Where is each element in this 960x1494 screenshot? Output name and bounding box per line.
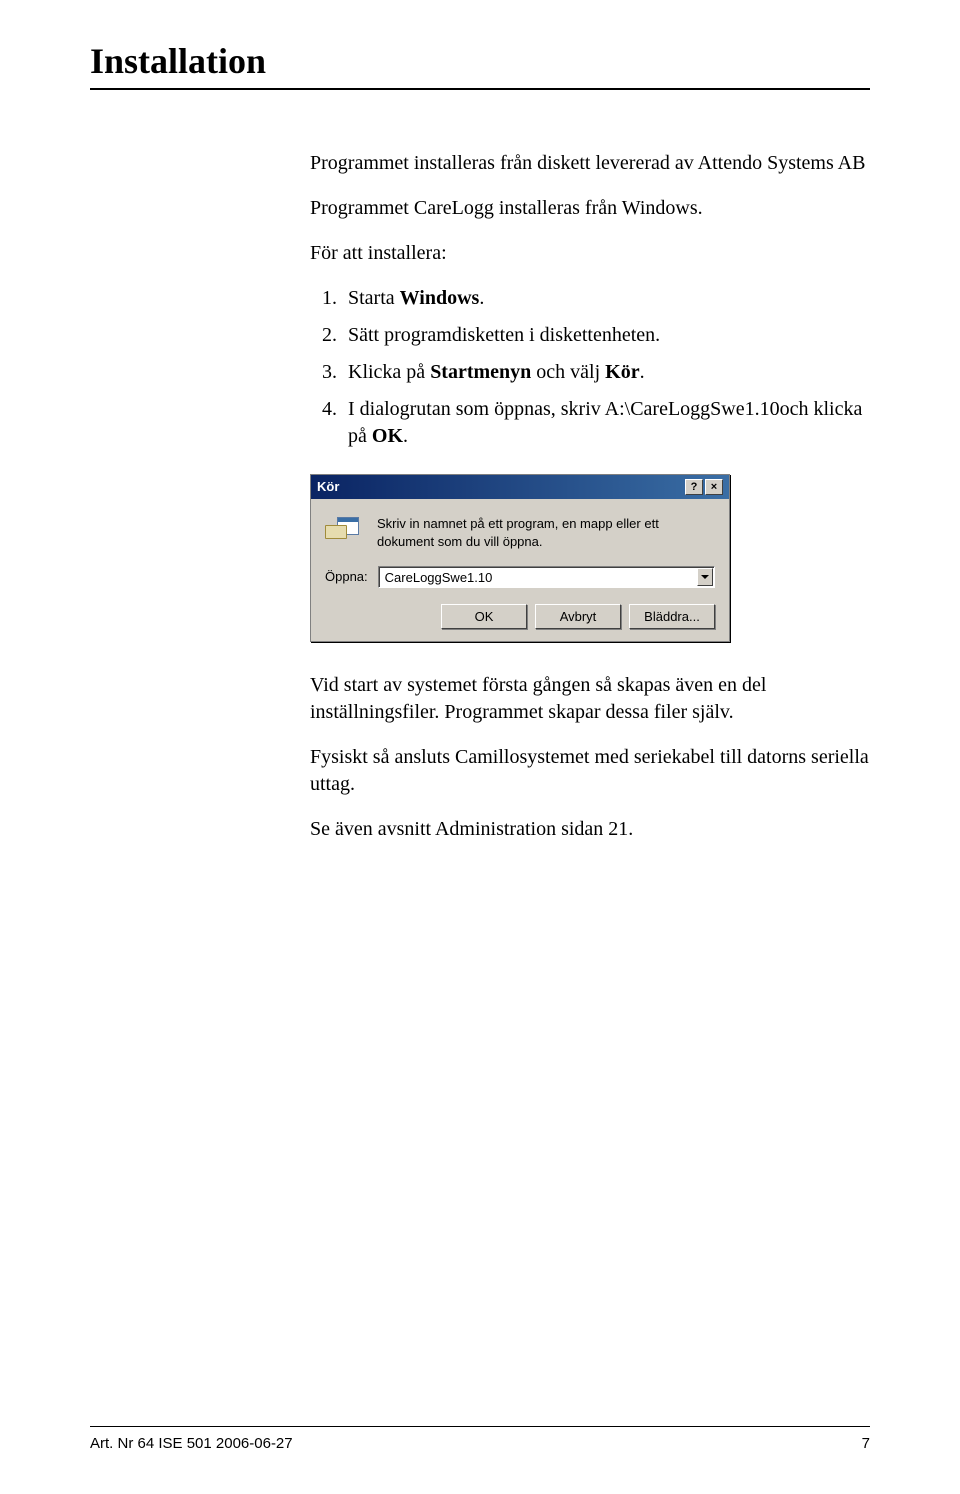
steps-list: Starta Windows. Sätt programdisketten i … [310, 285, 870, 450]
page-title: Installation [90, 40, 870, 82]
step-1: Starta Windows. [342, 285, 870, 312]
open-label: Öppna: [325, 568, 368, 586]
open-input-value: CareLoggSwe1.10 [385, 570, 493, 585]
post-paragraph-2: Fysiskt så ansluts Camillosystemet med s… [310, 744, 870, 798]
dialog-description: Skriv in namnet på ett program, en mapp … [377, 515, 659, 550]
step-4: I dialogrutan som öppnas, skriv A:\CareL… [342, 396, 870, 450]
content-block: Programmet installeras från diskett leve… [310, 150, 870, 843]
footer: Art. Nr 64 ISE 501 2006-06-27 7 [90, 1426, 870, 1452]
heading-rule [90, 88, 870, 90]
intro-line-2: Programmet CareLogg installeras från Win… [310, 195, 870, 222]
footer-left: Art. Nr 64 ISE 501 2006-06-27 [90, 1435, 293, 1452]
footer-page-number: 7 [862, 1435, 870, 1452]
run-dialog: Kör ? × Skriv in namnet på ett program, … [310, 474, 730, 642]
help-button[interactable]: ? [685, 479, 703, 495]
dialog-titlebar: Kör ? × [311, 475, 729, 499]
open-input[interactable]: CareLoggSwe1.10 [378, 566, 715, 588]
post-paragraph-3: Se även avsnitt Administration sidan 21. [310, 816, 870, 843]
intro-line-3: För att installera: [310, 240, 870, 267]
step-3: Klicka på Startmenyn och välj Kör. [342, 359, 870, 386]
dropdown-button[interactable] [697, 568, 713, 586]
ok-button[interactable]: OK [441, 604, 527, 629]
cancel-button[interactable]: Avbryt [535, 604, 621, 629]
browse-button[interactable]: Bläddra... [629, 604, 715, 629]
intro-line-1: Programmet installeras från diskett leve… [310, 150, 870, 177]
step-2: Sätt programdisketten i diskettenheten. [342, 322, 870, 349]
close-button[interactable]: × [705, 479, 723, 495]
footer-rule [90, 1426, 870, 1427]
run-icon [325, 515, 363, 547]
dialog-title-text: Kör [317, 478, 339, 496]
post-paragraph-1: Vid start av systemet första gången så s… [310, 672, 870, 726]
